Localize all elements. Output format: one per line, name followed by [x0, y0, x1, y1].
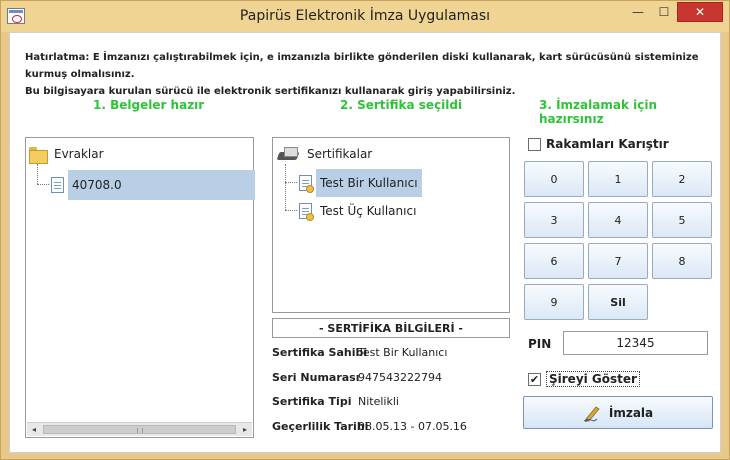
serial-label: Seri Numarası	[272, 371, 360, 384]
keypad-button-7[interactable]: 7	[588, 243, 648, 279]
pin-field[interactable]: 12345	[563, 331, 708, 355]
tree-connector	[37, 184, 49, 185]
keypad-button-5[interactable]: 5	[652, 202, 712, 238]
step-documents-ready: 1. Belgeler hazır	[93, 98, 205, 112]
type-label: Sertifika Tipi	[272, 395, 352, 408]
tree-connector	[285, 210, 297, 211]
tree-node-document[interactable]: 40708.0	[51, 170, 255, 200]
minimize-button[interactable]: —	[625, 2, 651, 22]
tree-node-label: Evraklar	[54, 147, 104, 161]
pen-icon	[583, 405, 600, 422]
show-pin-checkbox[interactable]: ✔	[528, 372, 541, 386]
scroll-left-arrow[interactable]: ◂	[27, 423, 41, 436]
keypad-delete-button[interactable]: Sil	[588, 284, 648, 320]
tree-node-label: Sertifikalar	[307, 147, 373, 161]
main-content: Hatırlatma: E İmzanızı çalıştırabilmek i…	[9, 32, 721, 453]
tree-node-label: 40708.0	[68, 170, 255, 200]
sign-button[interactable]: İmzala	[523, 396, 713, 429]
tree-connector	[37, 164, 38, 184]
validity-value: 08.05.13 - 07.05.16	[358, 420, 467, 433]
app-window: Papirüs Elektronik İmza Uygulaması — ☐ ✕…	[0, 0, 730, 460]
show-pin-option[interactable]: ✔ Şireyi Göster	[528, 371, 640, 387]
tree-node-evraklar[interactable]: Evraklar	[29, 145, 108, 164]
keypad-button-8[interactable]: 8	[652, 243, 712, 279]
keypad-button-1[interactable]: 1	[588, 161, 648, 197]
shuffle-digits-checkbox[interactable]	[528, 137, 541, 151]
show-pin-label: Şireyi Göster	[546, 371, 640, 387]
tree-connector	[285, 182, 297, 183]
tree-connector	[285, 164, 286, 210]
tree-node-label: Test Bir Kullanıcı	[316, 169, 422, 197]
keypad-button-3[interactable]: 3	[524, 202, 584, 238]
serial-value: 947543222794	[358, 371, 442, 384]
scrollbar-grip-icon	[136, 428, 143, 433]
certificate-icon	[299, 203, 314, 221]
keypad-button-0[interactable]: 0	[524, 161, 584, 197]
shuffle-digits-option[interactable]: Rakamları Karıştır	[528, 137, 669, 151]
shuffle-digits-label: Rakamları Karıştır	[546, 137, 669, 151]
tree-node-sertifikalar[interactable]: Sertifikalar	[276, 145, 376, 163]
folder-icon	[29, 146, 48, 164]
reminder-line-1: Hatırlatma: E İmzanızı çalıştırabilmek i…	[25, 52, 699, 80]
step-certificate-selected: 2. Sertifika seçildi	[340, 98, 463, 112]
certificates-tree[interactable]: Sertifikalar Test Bir Kullanıcı Test Üç …	[272, 137, 510, 313]
title-bar[interactable]: Papirüs Elektronik İmza Uygulaması — ☐ ✕	[1, 1, 729, 32]
type-value: Nitelikli	[358, 395, 399, 408]
keypad-button-4[interactable]: 4	[588, 202, 648, 238]
tree-node-certificate-2[interactable]: Test Üç Kullanıcı	[299, 200, 420, 222]
tree-node-label: Test Üç Kullanıcı	[320, 204, 417, 218]
window-title: Papirüs Elektronik İmza Uygulaması	[239, 8, 491, 24]
certificate-store-icon	[276, 146, 300, 162]
certificate-icon	[299, 175, 314, 193]
keypad-button-6[interactable]: 6	[524, 243, 584, 279]
close-button[interactable]: ✕	[677, 2, 723, 22]
sign-button-label: İmzala	[608, 405, 654, 420]
document-icon	[51, 177, 64, 193]
owner-label: Sertifika Sahibi	[272, 346, 368, 359]
pin-label: PIN	[528, 337, 552, 351]
tree-node-certificate-1[interactable]: Test Bir Kullanıcı	[299, 169, 422, 197]
documents-tree[interactable]: Evraklar 40708.0 ◂ ▸	[25, 137, 255, 438]
reminder-text: Hatırlatma: E İmzanızı çalıştırabilmek i…	[25, 49, 725, 100]
keypad-button-2[interactable]: 2	[652, 161, 712, 197]
scrollbar-thumb[interactable]	[43, 425, 236, 434]
validity-label: Geçerlilik Tarihi	[272, 420, 369, 433]
certificate-info-header: - SERTİFİKA BİLGİLERİ -	[272, 318, 510, 338]
keypad-button-9[interactable]: 9	[524, 284, 584, 320]
scroll-right-arrow[interactable]: ▸	[238, 423, 252, 436]
maximize-button[interactable]: ☐	[651, 2, 677, 22]
owner-value: Test Bir Kullanıcı	[358, 346, 448, 359]
step-ready-to-sign: 3. İmzalamak için hazırsınız	[539, 98, 657, 126]
horizontal-scrollbar[interactable]: ◂ ▸	[27, 422, 252, 436]
